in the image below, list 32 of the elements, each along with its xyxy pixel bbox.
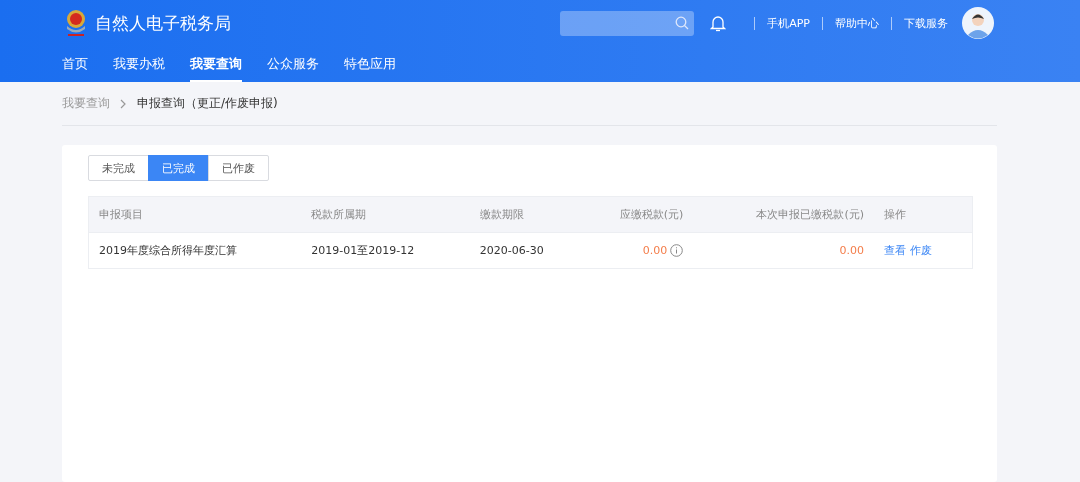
action-link[interactable]: 作废 [909, 244, 932, 257]
nav-tab[interactable]: 我要查询 [190, 46, 242, 82]
table-cell: 2019-01至2019-12 [301, 232, 470, 269]
status-tab[interactable]: 未完成 [88, 155, 149, 181]
column-header: 应缴税款(元) [571, 196, 694, 233]
header-link[interactable]: 下载服务 [904, 15, 948, 31]
info-icon[interactable] [670, 244, 684, 257]
nav-tab[interactable]: 特色应用 [344, 46, 396, 82]
nav-tab[interactable]: 首页 [62, 46, 88, 82]
avatar-icon[interactable] [962, 7, 994, 39]
chevron-icon [120, 98, 127, 109]
breadcrumb-item[interactable]: 我要查询 [62, 95, 110, 112]
column-header: 税款所属期 [301, 196, 470, 233]
status-tab[interactable]: 已完成 [148, 155, 209, 181]
bell-icon[interactable] [710, 14, 727, 32]
search-icon[interactable] [675, 15, 690, 30]
status-tab[interactable]: 已作废 [208, 155, 269, 181]
amount-text: 0.00 [642, 244, 668, 257]
breadcrumb-item: 申报查询（更正/作废申报) [137, 95, 278, 112]
column-header: 本次申报已缴税款(元) [693, 196, 874, 233]
column-header: 操作 [873, 196, 973, 233]
action-link[interactable]: 查看 [883, 244, 906, 257]
column-header: 缴款期限 [469, 196, 572, 233]
header-link[interactable]: 帮助中心 [835, 15, 879, 31]
header-link[interactable]: 手机APP [767, 15, 810, 31]
column-header: 申报项目 [88, 196, 302, 233]
table-cell: 2019年度综合所得年度汇算 [88, 232, 302, 269]
site-title: 自然人电子税务局 [95, 11, 231, 35]
amount-text: 0.00 [839, 244, 864, 257]
table-cell: 2020-06-30 [469, 232, 572, 269]
nav-tab[interactable]: 我要办税 [113, 46, 165, 82]
nav-tab[interactable]: 公众服务 [267, 46, 319, 82]
